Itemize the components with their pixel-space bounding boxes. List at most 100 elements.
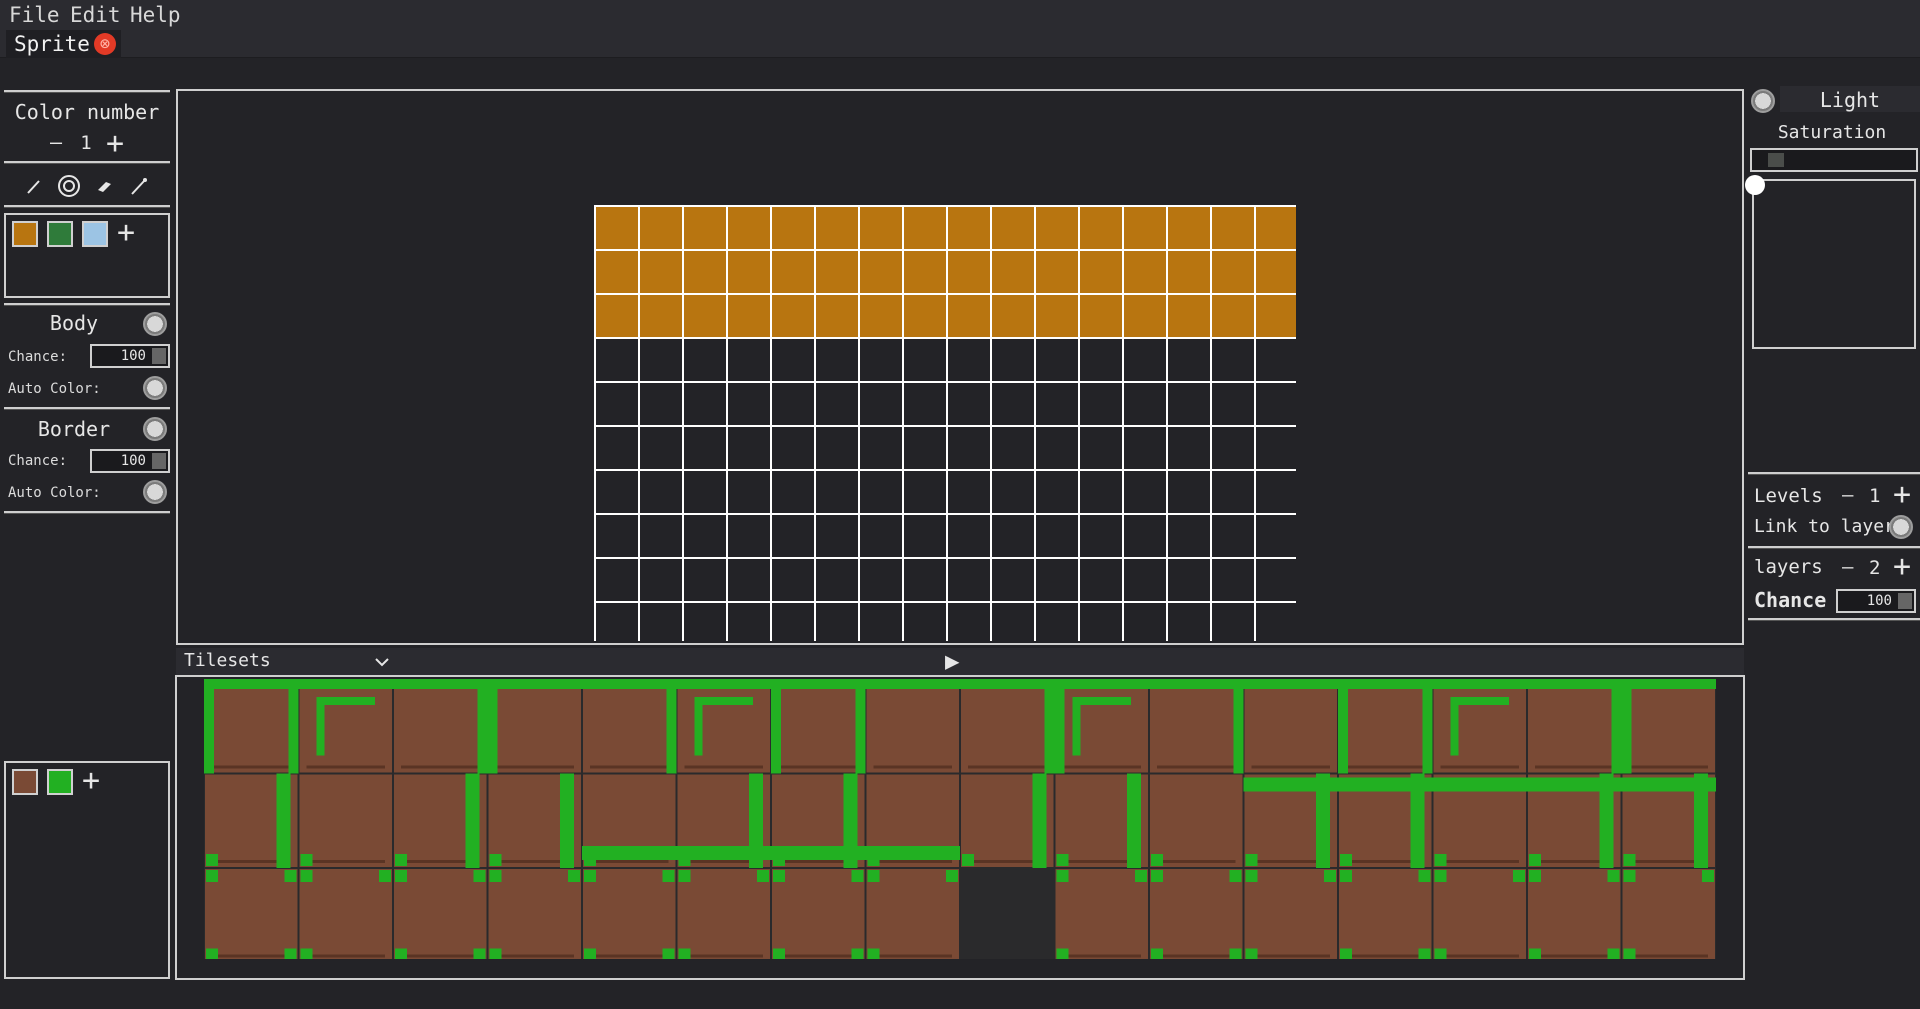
grid-cell[interactable] — [948, 339, 992, 383]
grid-cell[interactable] — [816, 251, 860, 295]
close-icon[interactable]: ⊗ — [94, 33, 116, 55]
body-auto-color-toggle[interactable] — [143, 376, 167, 400]
grid-cell[interactable] — [860, 295, 904, 339]
layers-plus-button[interactable]: + — [1893, 552, 1911, 582]
grid-cell[interactable] — [640, 427, 684, 471]
grid-cell[interactable] — [904, 207, 948, 251]
menu-help[interactable]: Help — [130, 3, 181, 27]
grid-cell[interactable] — [1036, 295, 1080, 339]
grid-cell[interactable] — [772, 471, 816, 515]
grid-cell[interactable] — [1168, 559, 1212, 603]
grid-cell[interactable] — [1256, 207, 1296, 251]
grid-cell[interactable] — [992, 295, 1036, 339]
grid-cell[interactable] — [1212, 603, 1256, 641]
grid-cell[interactable] — [1168, 339, 1212, 383]
grid-cell[interactable] — [948, 427, 992, 471]
grid-cell[interactable] — [1168, 207, 1212, 251]
grid-cell[interactable] — [684, 383, 728, 427]
grid-cell[interactable] — [1212, 515, 1256, 559]
grid-cell[interactable] — [992, 383, 1036, 427]
grid-cell[interactable] — [1080, 603, 1124, 641]
grid-cell[interactable] — [948, 471, 992, 515]
grid-cell[interactable] — [1124, 295, 1168, 339]
grid-cell[interactable] — [948, 251, 992, 295]
grid-cell[interactable] — [640, 207, 684, 251]
grid-cell[interactable] — [684, 515, 728, 559]
grid-cell[interactable] — [728, 251, 772, 295]
grid-cell[interactable] — [684, 251, 728, 295]
tileset-dropdown[interactable]: Tilesets — [176, 648, 406, 676]
saturation-slider[interactable] — [1750, 148, 1918, 172]
grid-cell[interactable] — [772, 427, 816, 471]
grid-cell[interactable] — [772, 339, 816, 383]
grid-cell[interactable] — [1212, 559, 1256, 603]
grid-cell[interactable] — [816, 207, 860, 251]
grid-cell[interactable] — [1080, 251, 1124, 295]
grid-cell[interactable] — [860, 207, 904, 251]
grid-cell[interactable] — [1124, 559, 1168, 603]
grid-cell[interactable] — [1124, 251, 1168, 295]
grid-cell[interactable] — [992, 559, 1036, 603]
grid-cell[interactable] — [992, 471, 1036, 515]
fill-icon[interactable] — [55, 172, 83, 200]
grid-cell[interactable] — [816, 383, 860, 427]
grid-cell[interactable] — [640, 251, 684, 295]
menu-file[interactable]: File — [9, 3, 60, 27]
grid-cell[interactable] — [816, 471, 860, 515]
grid-cell[interactable] — [640, 515, 684, 559]
grid-cell[interactable] — [948, 559, 992, 603]
grid-cell[interactable] — [948, 515, 992, 559]
grid-cell[interactable] — [1036, 339, 1080, 383]
border-chance-input[interactable]: 100 — [90, 449, 170, 473]
grid-cell[interactable] — [816, 295, 860, 339]
grid-cell[interactable] — [904, 471, 948, 515]
levels-plus-button[interactable]: + — [1893, 480, 1911, 510]
link-to-layer-toggle[interactable] — [1889, 515, 1913, 539]
grid-cell[interactable] — [992, 251, 1036, 295]
grid-cell[interactable] — [1080, 383, 1124, 427]
border-auto-color-toggle[interactable] — [143, 480, 167, 504]
grid-cell[interactable] — [948, 207, 992, 251]
grid-cell[interactable] — [1124, 603, 1168, 641]
grid-cell[interactable] — [992, 339, 1036, 383]
grid-cell[interactable] — [684, 427, 728, 471]
grid-cell[interactable] — [596, 603, 640, 641]
grid-cell[interactable] — [948, 603, 992, 641]
picker-icon[interactable] — [125, 172, 153, 200]
grid-cell[interactable] — [816, 515, 860, 559]
grid-cell[interactable] — [640, 339, 684, 383]
grid-cell[interactable] — [684, 559, 728, 603]
grid-cell[interactable] — [904, 383, 948, 427]
grid-cell[interactable] — [1080, 515, 1124, 559]
grid-cell[interactable] — [1036, 207, 1080, 251]
grid-cell[interactable] — [772, 383, 816, 427]
grid-cell[interactable] — [992, 207, 1036, 251]
grid-cell[interactable] — [1124, 427, 1168, 471]
color-number-minus-button[interactable]: — — [44, 130, 68, 154]
grid-cell[interactable] — [596, 471, 640, 515]
grid-cell[interactable] — [684, 207, 728, 251]
grid-cell[interactable] — [1256, 471, 1296, 515]
grid-cell[interactable] — [684, 339, 728, 383]
grid-cell[interactable] — [772, 603, 816, 641]
light-handle[interactable] — [1745, 175, 1765, 195]
add-tile-color-button[interactable]: + — [82, 766, 100, 796]
grid-cell[interactable] — [860, 383, 904, 427]
grid-cell[interactable] — [640, 603, 684, 641]
grid-cell[interactable] — [860, 471, 904, 515]
light-toggle[interactable] — [1751, 89, 1775, 113]
grid-cell[interactable] — [992, 603, 1036, 641]
grid-cell[interactable] — [904, 251, 948, 295]
grid-cell[interactable] — [1256, 427, 1296, 471]
grid-cell[interactable] — [596, 515, 640, 559]
grid-cell[interactable] — [596, 383, 640, 427]
grid-cell[interactable] — [904, 559, 948, 603]
tile-palette-swatch[interactable] — [12, 769, 38, 795]
grid-cell[interactable] — [948, 383, 992, 427]
grid-cell[interactable] — [728, 207, 772, 251]
grid-cell[interactable] — [640, 559, 684, 603]
grid-cell[interactable] — [860, 603, 904, 641]
grid-cell[interactable] — [728, 471, 772, 515]
grid-cell[interactable] — [1212, 295, 1256, 339]
grid-cell[interactable] — [1168, 471, 1212, 515]
